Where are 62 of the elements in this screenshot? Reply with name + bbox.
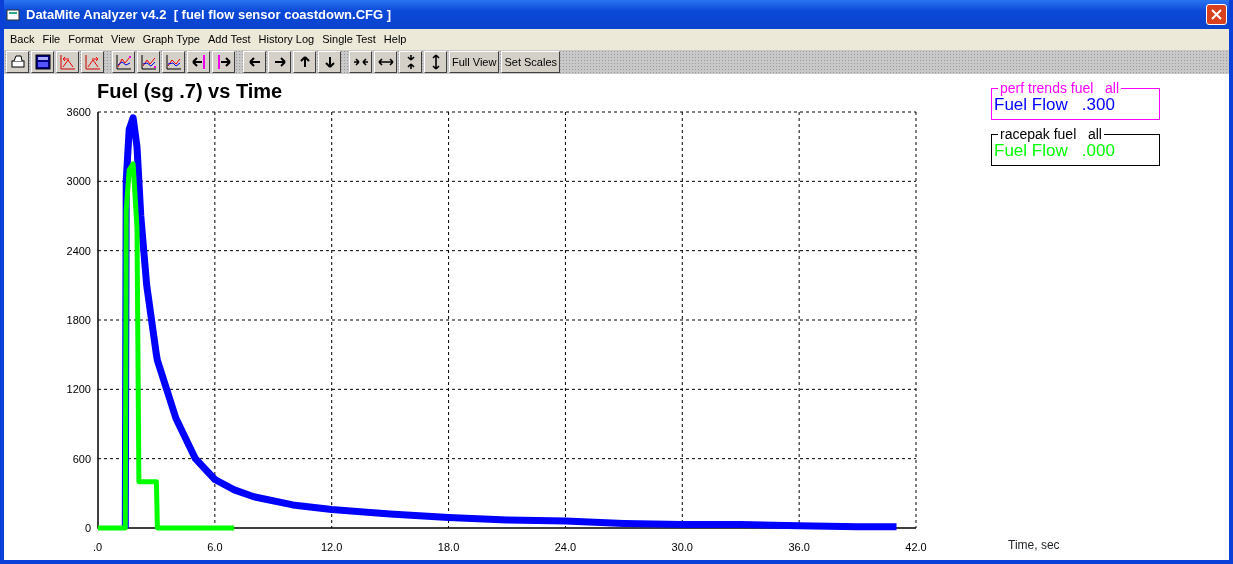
legend-value: Fuel Flow .000 [994,141,1116,161]
close-icon [1211,9,1222,20]
axis-label: 18.0 [437,541,460,553]
menu-item[interactable]: Format [64,31,108,48]
graph-arrow-button[interactable] [81,51,104,73]
axis-label: 24.0 [554,541,577,553]
axis-label: 3000 [66,175,91,188]
down-arrow-button[interactable] [318,51,341,73]
toolbar-button[interactable]: Set Scales [501,51,561,73]
graph-arrow-icon [84,54,101,70]
menu-item[interactable]: Add Test [204,31,255,48]
right-arrow-icon [215,54,232,70]
printer-icon [9,54,26,70]
axis-label: 1200 [66,383,91,396]
line-graph-icon [165,54,182,70]
axis-label: 12.0 [321,541,343,553]
menu-item[interactable]: File [38,31,65,48]
menu-item[interactable]: View [107,31,139,48]
squeeze-button[interactable] [399,51,422,73]
close-button[interactable] [1206,4,1227,25]
legend-title: perf trends fuel all [998,80,1122,96]
line-graph-button[interactable] [112,51,135,73]
right-arrow-button[interactable] [212,51,235,73]
legend-value: Fuel Flow .300 [994,95,1116,115]
axis-label: 36.0 [788,541,810,553]
graph-arrow-button[interactable] [56,51,79,73]
legend-title: racepak fuel all [998,126,1104,142]
left-arrow-icon [190,54,207,70]
axis-label: 30.0 [671,541,693,553]
vertical-arrows-button[interactable] [424,51,447,73]
monitor-button[interactable] [31,51,54,73]
right-arrow-button[interactable] [268,51,291,73]
axis-label: 600 [72,452,91,465]
chart-title: Fuel (sg .7) vs Time [97,80,283,102]
line-graph-button[interactable] [137,51,160,73]
menu-item[interactable]: Graph Type [138,31,204,48]
axis-title: Time, sec [1008,537,1060,554]
axis-label: 2400 [66,244,91,257]
printer-button[interactable] [6,51,29,73]
line-graph-button[interactable] [162,51,185,73]
window-title: DataMite Analyzer v4.2 [ fuel flow sensor coastdown.CFG ] [26,5,393,24]
axis-label: .0 [93,541,103,553]
squeeze-button[interactable] [349,51,372,73]
line-graph-icon [140,54,157,70]
axis-label: 0 [84,522,91,534]
left-arrow-button[interactable] [187,51,210,73]
menu-item[interactable]: Help [379,31,411,48]
left-arrow-button[interactable] [243,51,266,73]
horizontal-arrows-button[interactable] [374,51,397,73]
app-icon [6,8,20,21]
axis-label: 1800 [66,314,91,326]
menu-item[interactable]: History Log [254,31,319,48]
monitor-icon [34,54,51,70]
graph-arrow-icon [59,54,76,70]
axis-label: 3600 [66,106,91,118]
axis-label: 42.0 [905,541,927,553]
line-graph-icon [115,54,132,70]
up-arrow-button[interactable] [293,51,316,73]
menu-item[interactable]: Single Test [318,31,380,48]
toolbar-button[interactable]: Full View [449,51,500,73]
menu-item[interactable]: Back [6,31,39,48]
axis-label: 6.0 [207,541,223,553]
